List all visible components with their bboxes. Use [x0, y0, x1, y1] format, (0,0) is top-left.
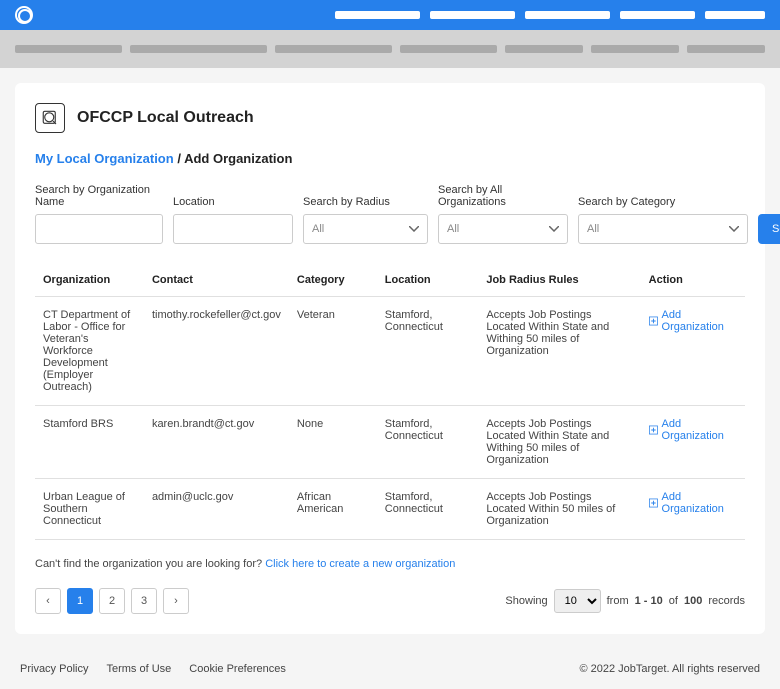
page-title: OFCCP Local Outreach	[77, 109, 254, 127]
records-from: from	[607, 595, 629, 607]
nav-item[interactable]	[620, 11, 695, 19]
subbar	[0, 30, 780, 68]
cell-org: CT Department of Labor - Office for Vete…	[35, 297, 144, 406]
subnav-item[interactable]	[130, 45, 267, 53]
table-row: CT Department of Labor - Office for Vete…	[35, 297, 745, 406]
pager-page-1[interactable]: 1	[67, 588, 93, 614]
pager: ‹ 1 2 3 ›	[35, 588, 189, 614]
cell-contact: karen.brandt@ct.gov	[144, 406, 289, 479]
add-organization-link[interactable]: Add Organization	[649, 309, 737, 333]
logo-icon[interactable]	[15, 6, 33, 24]
subnav-item[interactable]	[687, 45, 765, 53]
table-row: Urban League of Southern Connecticut adm…	[35, 479, 745, 540]
cell-rules: Accepts Job Postings Located Within Stat…	[478, 297, 640, 406]
records-label: records	[708, 595, 745, 607]
add-organization-link[interactable]: Add Organization	[649, 491, 737, 515]
cell-rules: Accepts Job Postings Located Within Stat…	[478, 406, 640, 479]
radius-select[interactable]: All	[303, 214, 428, 244]
subnav-item[interactable]	[400, 45, 498, 53]
results-table: Organization Contact Category Location J…	[35, 264, 745, 540]
footer-copyright: © 2022 JobTarget. All rights reserved	[579, 663, 760, 675]
nav-item[interactable]	[430, 11, 515, 19]
records-showing: Showing	[505, 595, 547, 607]
pager-page-3[interactable]: 3	[131, 588, 157, 614]
cell-contact: admin@uclc.gov	[144, 479, 289, 540]
cell-category: None	[289, 406, 377, 479]
cell-rules: Accepts Job Postings Located Within 50 m…	[478, 479, 640, 540]
subnav-item[interactable]	[505, 45, 583, 53]
filter-label-radius: Search by Radius	[303, 196, 428, 208]
nav-item[interactable]	[525, 11, 610, 19]
nav-item[interactable]	[335, 11, 420, 19]
th-action: Action	[641, 264, 745, 297]
create-org-link[interactable]: Click here to create a new organization	[265, 558, 455, 570]
cell-location: Stamford, Connecticut	[377, 297, 479, 406]
filter-label-category: Search by Category	[578, 196, 748, 208]
filters: Search by Organization Name Location Sea…	[35, 184, 745, 244]
all-orgs-select[interactable]: All	[438, 214, 568, 244]
breadcrumb-sep: /	[177, 151, 181, 166]
help-text: Can't find the organization you are look…	[35, 558, 745, 570]
subnav-item[interactable]	[275, 45, 392, 53]
breadcrumb-link[interactable]: My Local Organization	[35, 151, 174, 166]
cell-org: Stamford BRS	[35, 406, 144, 479]
th-organization: Organization	[35, 264, 144, 297]
location-input[interactable]	[173, 214, 293, 244]
records-total: 100	[684, 595, 702, 607]
records-of: of	[669, 595, 678, 607]
records-info: Showing 10 from 1 - 10 of 100 records	[505, 589, 745, 613]
subnav-item[interactable]	[591, 45, 679, 53]
topbar	[0, 0, 780, 30]
page-icon	[35, 103, 65, 133]
main-card: OFCCP Local Outreach My Local Organizati…	[15, 83, 765, 634]
breadcrumb: My Local Organization / Add Organization	[35, 151, 745, 166]
pager-page-2[interactable]: 2	[99, 588, 125, 614]
pager-next[interactable]: ›	[163, 588, 189, 614]
th-location: Location	[377, 264, 479, 297]
help-prefix: Can't find the organization you are look…	[35, 558, 265, 570]
footer: Privacy Policy Terms of Use Cookie Prefe…	[0, 649, 780, 689]
cell-category: African American	[289, 479, 377, 540]
footer-cookies[interactable]: Cookie Preferences	[189, 663, 286, 675]
search-button[interactable]: Search	[758, 214, 780, 244]
subnav-item[interactable]	[15, 45, 122, 53]
th-contact: Contact	[144, 264, 289, 297]
filter-label-location: Location	[173, 196, 293, 208]
search-org-name-input[interactable]	[35, 214, 163, 244]
cell-location: Stamford, Connecticut	[377, 479, 479, 540]
filter-label-org-name: Search by Organization Name	[35, 184, 163, 208]
breadcrumb-current: Add Organization	[184, 151, 292, 166]
topbar-nav	[335, 11, 765, 19]
pager-prev[interactable]: ‹	[35, 588, 61, 614]
records-range: 1 - 10	[635, 595, 663, 607]
add-organization-link[interactable]: Add Organization	[649, 418, 737, 442]
th-rules: Job Radius Rules	[478, 264, 640, 297]
table-row: Stamford BRS karen.brandt@ct.gov None St…	[35, 406, 745, 479]
footer-terms[interactable]: Terms of Use	[106, 663, 171, 675]
footer-privacy[interactable]: Privacy Policy	[20, 663, 88, 675]
page-size-select[interactable]: 10	[554, 589, 601, 613]
cell-contact: timothy.rockefeller@ct.gov	[144, 297, 289, 406]
filter-label-all-orgs: Search by All Organizations	[438, 184, 568, 208]
category-select[interactable]: All	[578, 214, 748, 244]
cell-org: Urban League of Southern Connecticut	[35, 479, 144, 540]
cell-location: Stamford, Connecticut	[377, 406, 479, 479]
nav-item[interactable]	[705, 11, 765, 19]
th-category: Category	[289, 264, 377, 297]
cell-category: Veteran	[289, 297, 377, 406]
